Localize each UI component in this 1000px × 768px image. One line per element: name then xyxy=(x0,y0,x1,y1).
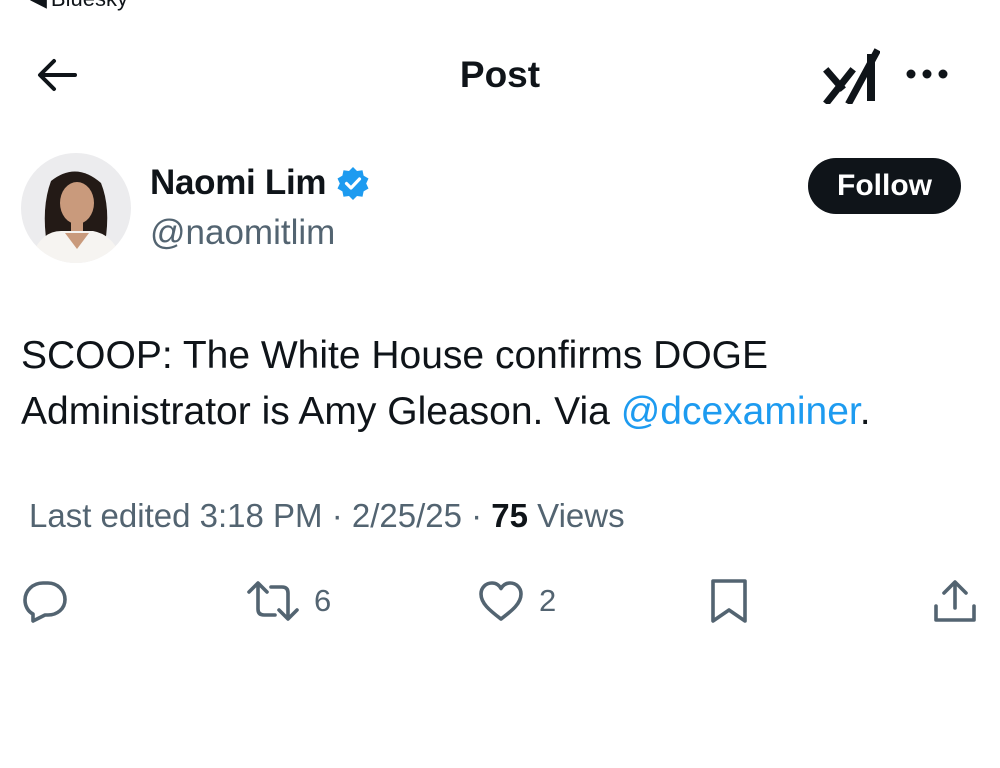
reply-icon xyxy=(23,581,67,623)
edited-timestamp[interactable]: Last edited 3:18 PM · 2/25/25 xyxy=(29,497,462,534)
meta-separator: · xyxy=(461,497,492,534)
author-display-name[interactable]: Naomi Lim xyxy=(150,163,327,203)
top-bar: Post xyxy=(0,40,1000,110)
back-app-label: Bluesky xyxy=(51,0,128,11)
more-options-button[interactable] xyxy=(900,54,954,94)
share-button[interactable] xyxy=(932,576,978,626)
like-count: 2 xyxy=(539,583,557,618)
author-handle[interactable]: @naomitlim xyxy=(150,213,335,253)
more-dots-icon xyxy=(906,69,948,79)
back-chevron-icon: ◀ xyxy=(30,0,47,11)
repost-icon xyxy=(247,581,299,621)
tweet-text: SCOOP: The White House confirms DOGE Adm… xyxy=(21,328,981,440)
grok-logo-icon xyxy=(823,48,881,106)
heart-icon xyxy=(479,581,523,621)
tweet-text-end: . xyxy=(859,390,871,433)
share-icon xyxy=(934,580,976,622)
views-label: Views xyxy=(537,497,625,534)
bookmark-icon xyxy=(711,579,747,623)
author-name-row: Naomi Lim xyxy=(150,163,370,203)
like-button[interactable]: 2 xyxy=(477,576,556,626)
repost-count: 6 xyxy=(314,583,332,618)
profile-photo xyxy=(21,153,131,263)
views-count[interactable]: 75 xyxy=(491,497,528,534)
grok-button[interactable] xyxy=(822,46,881,106)
mention-link[interactable]: @dcexaminer xyxy=(621,390,860,433)
follow-button[interactable]: Follow xyxy=(808,158,961,214)
status-back-to-app[interactable]: ◀ Bluesky xyxy=(30,0,128,12)
tweet-meta: Last edited 3:18 PM · 2/25/25 · 75 Views xyxy=(29,497,625,535)
avatar[interactable] xyxy=(21,153,131,263)
repost-button[interactable]: 6 xyxy=(246,576,331,626)
reply-button[interactable] xyxy=(21,576,69,626)
verified-badge-icon xyxy=(337,167,369,200)
bookmark-button[interactable] xyxy=(707,576,751,626)
